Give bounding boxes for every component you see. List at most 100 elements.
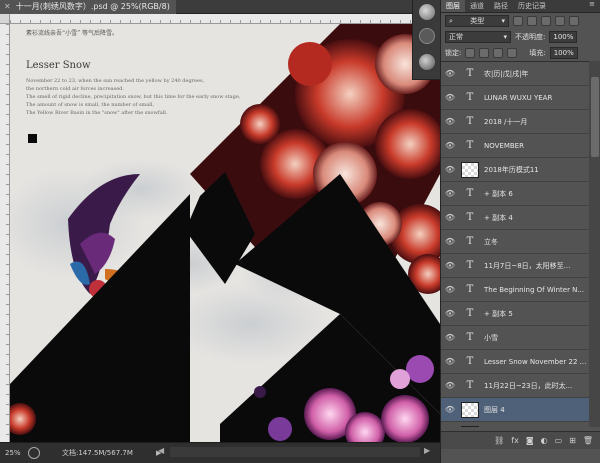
add-mask-icon[interactable]: ◙ — [526, 436, 534, 445]
filter-adjustment-icon[interactable] — [527, 16, 537, 26]
fill-field[interactable]: 100% — [549, 47, 578, 59]
layer-row[interactable]: 👁 图层 4 — [441, 398, 589, 422]
visibility-eye-icon[interactable]: 👁 — [441, 189, 459, 198]
tab-paths[interactable]: 路径 — [489, 0, 513, 12]
adjustments-panel-icon[interactable] — [419, 28, 435, 44]
visibility-eye-icon[interactable]: 👁 — [441, 381, 459, 390]
lock-all-icon[interactable] — [507, 48, 518, 58]
lock-transparency-icon[interactable] — [465, 48, 476, 58]
ruler-corner[interactable] — [0, 14, 10, 24]
scroll-right-icon[interactable]: ▶ — [424, 446, 430, 455]
filter-shape-icon[interactable] — [555, 16, 565, 26]
opacity-field[interactable]: 100% — [549, 31, 578, 43]
layer-name: Lesser Snow November 22 ... — [484, 357, 587, 366]
layer-filter-row: ⌕ 类型 ▾ — [441, 13, 600, 29]
layer-style-icon[interactable]: fx — [511, 436, 519, 445]
horizontal-ruler[interactable] — [10, 14, 440, 24]
layers-panel: 图层 通道 路径 历史记录 ≡ ⌕ 类型 ▾ 正常 ▾ 不透明度: 100% 锁… — [440, 0, 600, 463]
new-layer-icon[interactable]: ⊞ — [569, 436, 576, 445]
tab-history[interactable]: 历史记录 — [513, 0, 551, 12]
collapsed-panel-icons — [412, 0, 440, 80]
photoshop-window: ✕ 十一月(刺绣风数字）.psd @ 25%(RGB/8) 素衫流线亲吾“小雪”… — [0, 0, 600, 463]
link-layers-icon[interactable]: ⛓ — [494, 436, 504, 445]
layer-row[interactable]: 👁 T + 副本 6 — [441, 182, 589, 206]
visibility-eye-icon[interactable]: 👁 — [441, 141, 459, 150]
blend-mode-select[interactable]: 正常 ▾ — [445, 31, 511, 43]
poster-line: The smell of rigid decline, precipitatio… — [26, 94, 241, 100]
layer-row[interactable]: 👁 T Lesser Snow November 22 ... — [441, 350, 589, 374]
layer-name: NOVEMBER — [484, 141, 524, 150]
visibility-eye-icon[interactable]: 👁 — [441, 309, 459, 318]
layer-row[interactable]: 👁 T NOVEMBER — [441, 134, 589, 158]
document-tab-bar: ✕ 十一月(刺绣风数字）.psd @ 25%(RGB/8) — [0, 0, 440, 14]
adjustment-layer-icon[interactable]: ◐ — [541, 436, 548, 445]
visibility-eye-icon[interactable]: 👁 — [441, 117, 459, 126]
scroll-left-icon[interactable]: ◀ — [158, 446, 164, 455]
document-size: 文档:147.5M/567.7M — [62, 449, 133, 457]
close-tab-icon[interactable]: ✕ — [4, 0, 11, 14]
layer-name: 立冬 — [484, 237, 498, 246]
layers-scroll-thumb[interactable] — [591, 77, 599, 157]
layer-row[interactable]: 👁 T 2018 /十一月 — [441, 110, 589, 134]
visibility-eye-icon[interactable]: 👁 — [441, 333, 459, 342]
panel-menu-icon[interactable]: ≡ — [589, 0, 600, 12]
layer-row[interactable]: 👁 T 立冬 — [441, 230, 589, 254]
visibility-eye-icon[interactable]: 👁 — [441, 165, 459, 174]
layer-row[interactable]: 👁 T 11月22日~23日，此时太... — [441, 374, 589, 398]
properties-panel-icon[interactable] — [419, 54, 435, 70]
poster-line: The Yellow River Basin in the "snow" aft… — [26, 110, 168, 116]
zoom-level[interactable]: 25% — [0, 449, 28, 457]
layer-row[interactable]: 👁 T The Beginning Of Winter N... — [441, 278, 589, 302]
layer-row[interactable]: 👁 T LUNAR WUXU YEAR — [441, 86, 589, 110]
visibility-eye-icon[interactable]: 👁 — [441, 357, 459, 366]
document-canvas[interactable]: 素衫流线亲吾“小雪” 等气后降雪。 Lesser Snow November 2… — [10, 24, 440, 442]
layer-name: 11月7日~8日，太阳移至... — [484, 261, 571, 270]
horizontal-scrollbar[interactable] — [170, 447, 420, 457]
filter-type-icon[interactable] — [541, 16, 551, 26]
layer-filter-select[interactable]: ⌕ 类型 ▾ — [445, 15, 509, 27]
poster-line: The amount of snow is small, the number … — [26, 102, 155, 108]
color-panel-icon[interactable] — [419, 4, 435, 20]
blend-mode-value: 正常 — [449, 33, 463, 41]
visibility-eye-icon[interactable]: 👁 — [441, 285, 459, 294]
opacity-label: 不透明度: — [515, 33, 546, 41]
visibility-eye-icon[interactable]: 👁 — [441, 405, 459, 414]
fill-label: 填充: — [529, 49, 546, 57]
layer-name: The Beginning Of Winter N... — [484, 285, 585, 294]
text-layer-icon: T — [466, 356, 474, 367]
opacity-value: 100% — [553, 33, 574, 41]
layer-thumbnail — [461, 425, 479, 427]
layer-row[interactable]: 👁 T + 副本 5 — [441, 302, 589, 326]
new-group-icon[interactable]: ▭ — [555, 436, 563, 445]
layer-row[interactable]: 👁 — [441, 422, 589, 427]
status-info-icon[interactable] — [28, 447, 40, 459]
tab-channels[interactable]: 通道 — [465, 0, 489, 12]
visibility-eye-icon[interactable]: 👁 — [441, 93, 459, 102]
text-layer-icon: T — [466, 188, 474, 199]
chevron-down-icon: ▾ — [501, 17, 505, 25]
layer-thumbnail — [461, 401, 479, 418]
filter-pixel-icon[interactable] — [513, 16, 523, 26]
layer-name: 图层 4 — [484, 405, 505, 414]
vertical-ruler[interactable] — [0, 24, 10, 442]
tab-layers[interactable]: 图层 — [441, 0, 465, 12]
lock-position-icon[interactable] — [493, 48, 504, 58]
visibility-eye-icon[interactable]: 👁 — [441, 237, 459, 246]
lock-image-icon[interactable] — [479, 48, 490, 58]
visibility-eye-icon[interactable]: 👁 — [441, 69, 459, 78]
visibility-eye-icon[interactable]: 👁 — [441, 213, 459, 222]
layers-scrollbar[interactable] — [589, 61, 600, 427]
layer-name: + 副本 4 — [484, 213, 513, 222]
visibility-eye-icon[interactable]: 👁 — [441, 261, 459, 270]
layer-name: 2018 /十一月 — [484, 117, 528, 126]
filter-smart-icon[interactable] — [569, 16, 579, 26]
document-tab[interactable]: ✕ 十一月(刺绣风数字）.psd @ 25%(RGB/8) — [0, 0, 176, 14]
chevron-down-icon: ▾ — [503, 33, 507, 41]
layer-row[interactable]: 👁 T 11月7日~8日，太阳移至... — [441, 254, 589, 278]
layer-row[interactable]: 👁 T 小雪 — [441, 326, 589, 350]
layer-row[interactable]: 👁 2018年历模式11 — [441, 158, 589, 182]
delete-layer-icon[interactable]: 🗑 — [583, 436, 593, 445]
layer-row[interactable]: 👁 T + 副本 4 — [441, 206, 589, 230]
layer-row[interactable]: 👁 T 农|历|戊|戌|年 — [441, 62, 589, 86]
poster-chinese-header: 素衫流线亲吾“小雪” 等气后降雪。 — [26, 30, 119, 37]
